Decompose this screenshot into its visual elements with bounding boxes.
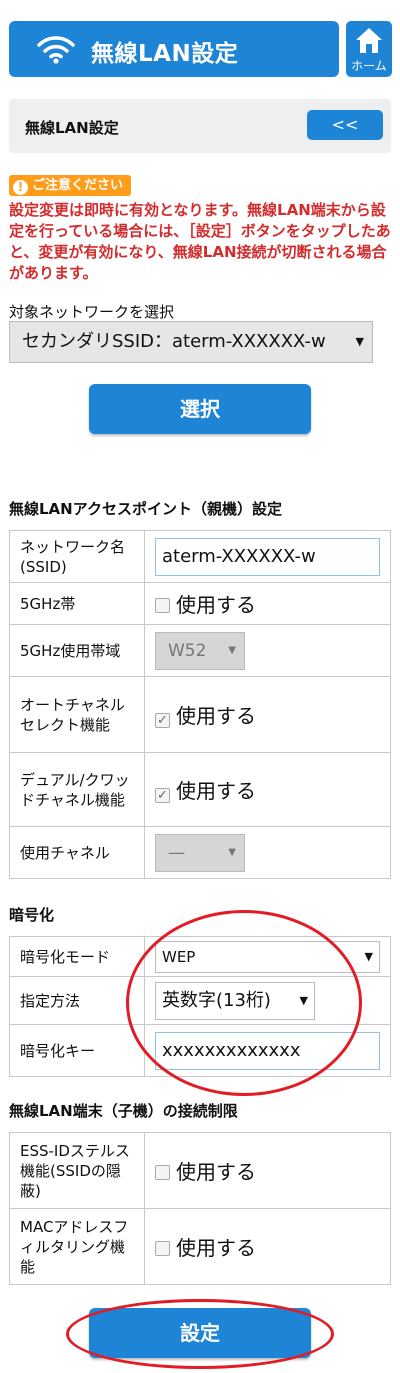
warning-text: 設定変更は即時に有効となります。無線LAN端末から設定を行っている場合には、［設… [9,201,391,282]
channel-label: 使用チャネル [9,826,145,879]
key-method-label: 指定方法 [9,976,145,1025]
band5-range-select: W52 ▼ [155,631,245,670]
warning-badge-label: ご注意ください [32,178,124,193]
band5-checkbox[interactable] [155,598,170,613]
warning-icon: ! [13,180,28,195]
dropdown-arrow-icon: ▼ [364,949,373,963]
auto-channel-checkbox[interactable]: ✓ [155,713,170,728]
band5-option-label: 使用する [176,593,256,617]
select-button[interactable]: 選択 [89,384,311,434]
stealth-option-label: 使用する [176,1160,256,1184]
channel-select: — ▼ [155,833,245,872]
warning-badge: ! ご注意ください [9,175,132,196]
auto-channel-label: オートチャネルセレクト機能 [9,676,145,753]
stealth-checkbox[interactable] [155,1165,170,1180]
page-title: 無線LAN設定 [91,41,239,67]
annotation-circle [126,910,362,1096]
band5-label: 5GHz帯 [9,582,145,625]
encryption-title: 暗号化 [9,906,55,924]
network-select[interactable]: セカンダリSSID：aterm-XXXXXX-w ▼ [9,321,373,363]
mac-filter-checkbox[interactable] [155,1241,170,1256]
network-select-label: 対象ネットワークを選択 [9,303,175,321]
annotation-circle [66,1299,334,1369]
section-title: 無線LAN設定 [25,119,119,137]
home-label: ホーム [351,59,387,73]
header-bar: 無線LAN設定 [9,21,339,77]
channel-value: — [168,842,185,863]
section-header: 無線LAN設定 << [9,99,391,153]
dual-channel-option-label: 使用する [176,779,256,803]
stealth-label: ESS-IDステルス機能(SSIDの隠蔽) [9,1132,145,1209]
ssid-input[interactable]: aterm-XXXXXX-w [155,537,380,576]
wifi-icon [37,36,75,64]
dropdown-arrow-icon: ▼ [228,846,236,858]
ap-settings-table: ネットワーク名(SSID) aterm-XXXXXX-w 5GHz帯 使用する … [9,530,391,879]
encryption-mode-label: 暗号化モード [9,936,145,977]
auto-channel-option-label: 使用する [176,704,256,728]
restriction-table: ESS-IDステルス機能(SSIDの隠蔽) 使用する MACアドレスフィルタリン… [9,1132,391,1285]
band5-range-value: W52 [168,640,207,661]
mac-filter-option-label: 使用する [176,1236,256,1260]
dual-channel-checkbox[interactable]: ✓ [155,788,170,803]
restriction-title: 無線LAN端末（子機）の接続制限 [9,1102,238,1120]
encryption-key-label: 暗号化キー [9,1024,145,1077]
ap-settings-title: 無線LANアクセスポイント（親機）設定 [9,500,282,518]
home-button[interactable]: ホーム [346,21,392,77]
dropdown-arrow-icon: ▼ [355,335,364,348]
dual-channel-label: デュアル/クワッドチャネル機能 [9,752,145,827]
network-select-value: セカンダリSSID：aterm-XXXXXX-w [22,331,326,352]
ssid-label: ネットワーク名(SSID) [9,530,145,583]
band5-range-label: 5GHz使用帯域 [9,624,145,677]
dropdown-arrow-icon: ▼ [228,644,236,656]
home-icon [356,28,382,53]
back-button[interactable]: << [307,110,383,140]
mac-filter-label: MACアドレスフィルタリング機能 [9,1208,145,1285]
